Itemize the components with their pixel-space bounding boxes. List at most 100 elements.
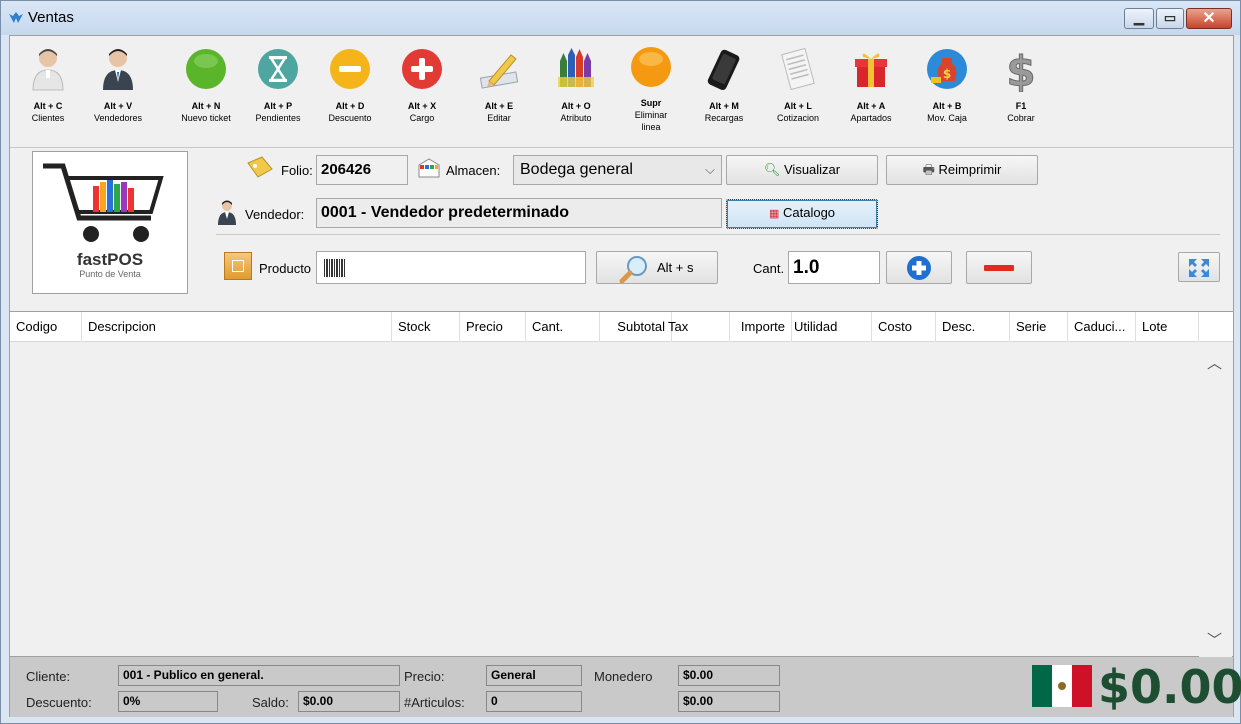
column-header[interactable]: Tax (662, 312, 730, 342)
warehouse-icon (418, 158, 440, 178)
scroll-up-icon[interactable]: ︿ (1207, 352, 1222, 373)
expand-button[interactable] (1178, 252, 1220, 282)
cobrar-button[interactable]: $ F1 Cobrar (986, 46, 1056, 124)
column-header[interactable]: Caduci... (1068, 312, 1136, 342)
visualizar-button[interactable]: 🔍︎ Visualizar (726, 155, 878, 185)
cotizacion-button[interactable]: Alt + L Cotizacion (763, 46, 833, 124)
plus-circle-icon (399, 46, 445, 92)
articulos-value: 0 (486, 691, 582, 712)
crayons-icon (553, 46, 599, 92)
column-header[interactable]: Lote (1136, 312, 1199, 342)
folio-label: Folio: (281, 163, 313, 178)
column-header[interactable]: Stock (392, 312, 460, 342)
catalogo-button[interactable]: ▦ Catalogo (726, 199, 878, 229)
vendedores-button[interactable]: Alt + V Vendedores (83, 46, 153, 124)
toolbar-divider (10, 147, 1233, 148)
clientes-button[interactable]: Alt + C Clientes (13, 46, 83, 124)
column-header[interactable]: Cant. (526, 312, 600, 342)
add-item-button[interactable] (886, 251, 952, 284)
maximize-icon: ▭ (1163, 10, 1177, 25)
fastpos-logo: fastPOS Punto de Venta (32, 151, 188, 294)
producto-label: Producto (259, 261, 312, 276)
magnifier-large-icon (619, 256, 647, 284)
tool-label: Clientes (31, 113, 65, 123)
vertical-scrollbar[interactable] (1199, 342, 1232, 657)
column-header[interactable]: Desc. (936, 312, 1010, 342)
maximize-button[interactable]: ▭ (1156, 8, 1184, 29)
atributo-button[interactable]: Alt + O Atributo (541, 46, 611, 124)
producto-icon (224, 252, 252, 280)
receipt-icon (775, 46, 821, 92)
tool-key: Alt + L (784, 101, 812, 111)
cargo-button[interactable]: Alt + X Cargo (387, 46, 457, 124)
tool-key: Alt + D (335, 101, 365, 111)
expand-arrows-icon (1189, 259, 1209, 277)
tool-label: Atributo (560, 113, 592, 123)
buscar-producto-button[interactable]: Alt + s (596, 251, 718, 284)
products-table[interactable]: Codigo Descripcion Stock Precio Cant. Su… (10, 311, 1233, 657)
search-shortcut: Alt + s (657, 260, 694, 275)
tool-key: Alt + C (33, 101, 63, 111)
editar-button[interactable]: Alt + E Editar (464, 46, 534, 124)
almacen-select[interactable]: Bodega general ⌵ (513, 155, 722, 185)
title-bar[interactable]: Ventas ▁ ▭ ✕ (1, 1, 1240, 35)
saldo-label: Saldo: (252, 695, 289, 710)
close-button[interactable]: ✕ (1186, 8, 1232, 29)
plus-circle-blue-icon (907, 256, 931, 280)
tool-key: Alt + N (191, 101, 221, 111)
form-divider (216, 234, 1220, 235)
tool-label: Nuevo ticket (181, 113, 231, 123)
cantidad-input[interactable]: 1.0 (788, 251, 880, 284)
mov-caja-button[interactable]: $ Alt + B Mov. Caja (912, 46, 982, 124)
apartados-button[interactable]: Alt + A Apartados (836, 46, 906, 124)
folio-field[interactable]: 206426 (316, 155, 408, 185)
tool-key: Supr (640, 98, 662, 108)
tool-label: Cargo (409, 113, 435, 123)
precio-value: General (486, 665, 582, 686)
cliente-value: 001 - Publico en general. (118, 665, 400, 686)
shopping-cart-icon (43, 163, 164, 242)
mexico-flag-icon (1032, 665, 1092, 707)
column-header[interactable]: Codigo (10, 312, 82, 342)
dollar-sign-icon: $ (998, 46, 1044, 93)
orange-circle-icon (628, 46, 674, 92)
tool-label: Mov. Caja (927, 113, 967, 123)
column-header[interactable]: Costo (872, 312, 936, 342)
footer-summary: Cliente: 001 - Publico en general. Preci… (10, 657, 1241, 717)
vendedor-field[interactable]: 0001 - Vendedor predeterminado (316, 198, 722, 228)
almacen-value: Bodega general (520, 161, 633, 178)
extra-value: $0.00 (678, 691, 780, 712)
descuento-button[interactable]: Alt + D Descuento (315, 46, 385, 124)
green-circle-icon (183, 46, 229, 92)
logo-subtitle: Punto de Venta (79, 269, 141, 279)
close-icon: ✕ (1202, 10, 1216, 27)
tool-key: Alt + E (484, 101, 514, 111)
scroll-down-icon[interactable]: ﹀ (1207, 629, 1222, 650)
monedero-label: Monedero (594, 669, 653, 684)
column-header[interactable]: Precio (460, 312, 526, 342)
tool-key: Alt + X (407, 101, 437, 111)
logo-name: fastPOS (76, 250, 144, 269)
remove-item-button[interactable] (966, 251, 1032, 284)
client-person-icon (25, 46, 71, 92)
magnifier-icon: 🔍︎ (763, 162, 781, 177)
minus-circle-icon (327, 46, 373, 92)
column-header[interactable]: Serie (1010, 312, 1068, 342)
eliminar-linea-button[interactable]: Supr Eliminar linea (616, 46, 686, 133)
seller-small-icon (218, 200, 236, 225)
reimprimir-button[interactable]: 🖶 Reimprimir (886, 155, 1038, 185)
tool-key: Alt + V (103, 101, 133, 111)
visualizar-label: Visualizar (784, 162, 841, 177)
recargas-button[interactable]: Alt + M Recargas (689, 46, 759, 124)
pendientes-button[interactable]: Alt + P Pendientes (243, 46, 313, 124)
minimize-icon: ▁ (1134, 10, 1144, 25)
table-header: Codigo Descripcion Stock Precio Cant. Su… (10, 312, 1233, 342)
column-header[interactable]: Importe (730, 312, 792, 342)
minimize-button[interactable]: ▁ (1124, 8, 1154, 29)
monedero-value: $0.00 (678, 665, 780, 686)
pencil-ruler-icon (476, 46, 522, 92)
producto-input[interactable] (316, 251, 586, 284)
column-header[interactable]: Descripcion (82, 312, 392, 342)
nuevo-ticket-button[interactable]: Alt + N Nuevo ticket (171, 46, 241, 124)
column-header[interactable]: Utilidad (788, 312, 872, 342)
